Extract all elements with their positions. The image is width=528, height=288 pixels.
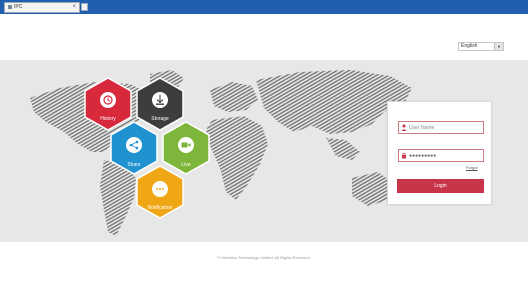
history-label: History <box>100 116 116 122</box>
password-input[interactable] <box>409 151 481 160</box>
login-button[interactable]: Login <box>397 179 484 193</box>
username-input[interactable] <box>409 123 481 132</box>
live-icon <box>178 137 194 153</box>
live-label: Live <box>181 162 190 168</box>
share-label: Share <box>127 162 141 168</box>
notification-icon <box>152 181 168 197</box>
lock-icon <box>402 152 406 159</box>
share-icon <box>126 137 142 153</box>
share-hexagon[interactable]: Share <box>110 121 158 175</box>
history-icon <box>100 92 116 108</box>
login-panel: Forgot Login <box>387 101 492 205</box>
user-icon <box>401 124 407 131</box>
copyright-text: © Hikvision Technology Limited. All Righ… <box>217 255 311 260</box>
notification-label: Notification <box>148 205 173 211</box>
page-footer <box>0 242 528 288</box>
live-hexagon[interactable]: Live <box>162 121 210 175</box>
password-field[interactable] <box>398 149 484 162</box>
username-field[interactable] <box>398 121 484 134</box>
storage-label: Storage <box>151 116 169 122</box>
storage-hexagon[interactable]: Storage <box>136 77 184 131</box>
notification-hexagon[interactable]: Notification <box>136 165 184 219</box>
forgot-password-link[interactable]: Forgot <box>466 165 478 170</box>
history-hexagon[interactable]: History <box>84 77 132 131</box>
storage-icon <box>152 92 168 108</box>
